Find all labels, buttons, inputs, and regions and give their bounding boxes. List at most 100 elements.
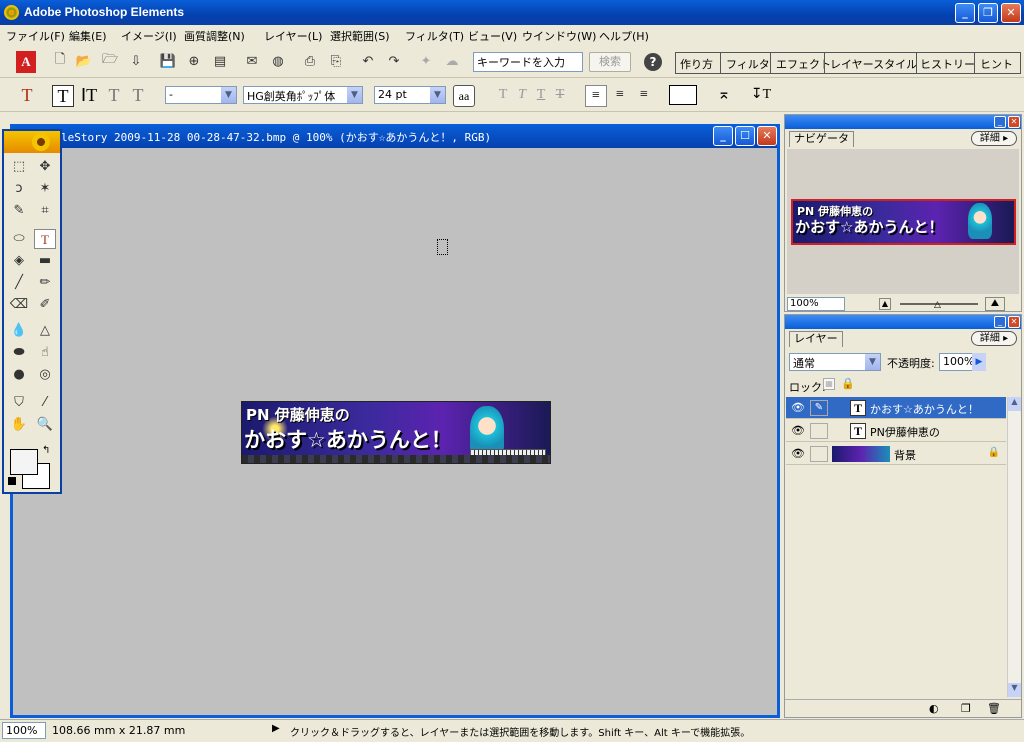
- menu-filter[interactable]: フィルタ(T): [405, 28, 464, 44]
- document-window[interactable]: leStory 2009-11-28 00-28-47-32.bmp @ 100…: [10, 124, 780, 718]
- lock-transparency-icon[interactable]: ▦: [823, 378, 835, 390]
- lasso-tool-icon[interactable]: ↄ: [8, 179, 30, 199]
- browse-icon[interactable]: 🗁: [100, 51, 120, 71]
- text-orientation-icon[interactable]: ↧T: [750, 85, 772, 107]
- visibility-eye-icon[interactable]: 👁: [790, 447, 806, 461]
- bold-icon[interactable]: T: [495, 85, 511, 107]
- adjustment-layer-icon[interactable]: ◐: [929, 702, 939, 715]
- zoom-tool-icon[interactable]: 🔍: [34, 415, 56, 435]
- pdf-icon[interactable]: ▤: [210, 51, 230, 71]
- search-input[interactable]: [473, 52, 583, 72]
- menu-window[interactable]: ウインドウ(W): [522, 28, 596, 44]
- scroll-down-icon[interactable]: ▼: [1008, 683, 1021, 697]
- save-icon[interactable]: 💾: [158, 51, 178, 71]
- new-layer-icon[interactable]: ❐: [961, 702, 971, 715]
- italic-icon[interactable]: T: [514, 85, 530, 107]
- help-icon[interactable]: ?: [644, 53, 662, 71]
- marquee-tool-icon[interactable]: ⬚: [8, 157, 30, 177]
- status-zoom-field[interactable]: 100%: [2, 722, 46, 739]
- search-button[interactable]: 検索: [589, 52, 631, 72]
- clone-stamp-icon[interactable]: ⛉: [8, 393, 30, 413]
- minimize-button[interactable]: _: [955, 3, 975, 23]
- brush-link-icon[interactable]: ✎: [810, 400, 828, 416]
- navigator-close-button[interactable]: ✕: [1008, 116, 1020, 128]
- layer-row[interactable]: 👁 ✎ T かおす☆あかうんと！: [786, 397, 1006, 419]
- warp-text-icon[interactable]: ⌅: [713, 85, 735, 107]
- scroll-up-icon[interactable]: ▲: [1008, 397, 1021, 411]
- menu-view[interactable]: ビュー(V): [468, 28, 517, 44]
- paint-bucket-icon[interactable]: ◈: [8, 251, 30, 271]
- open-file-icon[interactable]: 📂: [74, 51, 94, 71]
- visibility-eye-icon[interactable]: 👁: [790, 401, 806, 415]
- gradient-tool-icon[interactable]: ▬: [34, 251, 56, 271]
- menu-help[interactable]: ヘルプ(H): [599, 28, 649, 44]
- cloud-icon[interactable]: ☁: [442, 51, 462, 71]
- layers-close-button[interactable]: ✕: [1008, 316, 1020, 328]
- link-box[interactable]: [810, 423, 828, 439]
- lock-all-icon[interactable]: 🔒: [841, 377, 855, 390]
- align-right-icon[interactable]: ≡: [633, 85, 655, 107]
- redo-icon[interactable]: ↷: [384, 51, 404, 71]
- toolbox-header[interactable]: [4, 131, 60, 153]
- blur-tool-icon[interactable]: 💧: [8, 321, 30, 341]
- canvas-image[interactable]: PN 伊藤伸恵の かおす☆あかうんと！: [241, 401, 551, 464]
- print-online-icon[interactable]: ⎘: [326, 51, 346, 71]
- selection-brush-icon[interactable]: ✎: [8, 201, 30, 221]
- import-icon[interactable]: ⇩: [126, 51, 146, 71]
- attach-icon[interactable]: ✉: [242, 51, 262, 71]
- menu-file[interactable]: ファイル(F): [6, 28, 65, 44]
- menu-enhance[interactable]: 画質調整(N): [184, 28, 245, 44]
- zoom-slider-handle[interactable]: △: [934, 300, 941, 310]
- red-eye-tool-icon[interactable]: ●: [8, 365, 30, 385]
- restore-button[interactable]: ❐: [978, 3, 998, 23]
- adobe-logo-icon[interactable]: A: [16, 51, 36, 73]
- blend-mode-select[interactable]: 通常 ▼: [789, 353, 881, 371]
- font-size-select[interactable]: 24 pt ▼: [374, 86, 446, 104]
- vertical-type-icon[interactable]: ⅠT: [78, 85, 100, 107]
- doc-minimize-button[interactable]: _: [713, 126, 733, 146]
- print-icon[interactable]: ⎙: [300, 51, 320, 71]
- navigator-detail-button[interactable]: 詳細 ▸: [971, 131, 1017, 146]
- hand-tool-icon[interactable]: ✋: [8, 415, 30, 435]
- palette-tab-effects[interactable]: エフェクト: [776, 56, 831, 72]
- doc-maximize-button[interactable]: ☐: [735, 126, 755, 146]
- sponge-tool-icon[interactable]: ⬬: [8, 343, 30, 363]
- palette-tab-howto[interactable]: 作り方: [680, 56, 713, 72]
- anti-alias-button[interactable]: aa: [453, 85, 475, 107]
- close-button[interactable]: ✕: [1001, 3, 1021, 23]
- menu-edit[interactable]: 編集(E): [69, 28, 107, 44]
- font-family-select[interactable]: HG創英角ﾎﾟｯﾌﾟ体 ▼: [243, 86, 363, 104]
- sharpen-tool-icon[interactable]: △: [34, 321, 56, 341]
- align-left-icon[interactable]: ≡: [585, 85, 607, 107]
- crop-tool-icon[interactable]: ⌗: [34, 201, 56, 221]
- online-services-icon[interactable]: ◍: [268, 51, 288, 71]
- text-tool-preset-icon[interactable]: T: [16, 85, 38, 107]
- visibility-eye-icon[interactable]: 👁: [790, 424, 806, 438]
- shape-tool-icon[interactable]: ⬭: [8, 229, 30, 249]
- palette-tab-hints[interactable]: ヒント: [980, 56, 1013, 72]
- horizontal-type-icon[interactable]: T: [52, 85, 74, 107]
- dodge-tool-icon[interactable]: ◎: [34, 365, 56, 385]
- type-tool-icon[interactable]: T: [34, 229, 56, 249]
- brush-tool-icon[interactable]: ╱: [8, 273, 30, 293]
- foreground-color-swatch[interactable]: [10, 449, 38, 475]
- palette-tab-history[interactable]: ヒストリー: [920, 56, 975, 72]
- strikethrough-icon[interactable]: T: [552, 85, 568, 107]
- status-menu-arrow-icon[interactable]: ▶: [272, 723, 280, 734]
- eyedropper-icon[interactable]: ⁄: [34, 393, 56, 413]
- navigator-thumbnail[interactable]: PN 伊藤伸恵の かおす☆あかうんと！: [791, 199, 1016, 245]
- quick-fix-icon[interactable]: ✦: [416, 51, 436, 71]
- magic-wand-icon[interactable]: ✶: [34, 179, 56, 199]
- opacity-slider-arrow[interactable]: ▶: [972, 353, 986, 371]
- navigator-zoom-field[interactable]: 100%: [787, 297, 845, 311]
- menu-image[interactable]: イメージ(I): [121, 28, 177, 44]
- layers-detail-button[interactable]: 詳細 ▸: [971, 331, 1017, 346]
- layer-row[interactable]: 👁 T PN伊藤伸恵の: [786, 420, 1006, 442]
- menu-select[interactable]: 選択範囲(S): [330, 28, 390, 44]
- layers-minimize-button[interactable]: _: [994, 316, 1006, 328]
- underline-icon[interactable]: T: [533, 85, 549, 107]
- doc-close-button[interactable]: ✕: [757, 126, 777, 146]
- navigator-minimize-button[interactable]: _: [994, 116, 1006, 128]
- type-mask-icon[interactable]: T: [103, 85, 125, 107]
- smudge-tool-icon[interactable]: ☝: [34, 343, 56, 363]
